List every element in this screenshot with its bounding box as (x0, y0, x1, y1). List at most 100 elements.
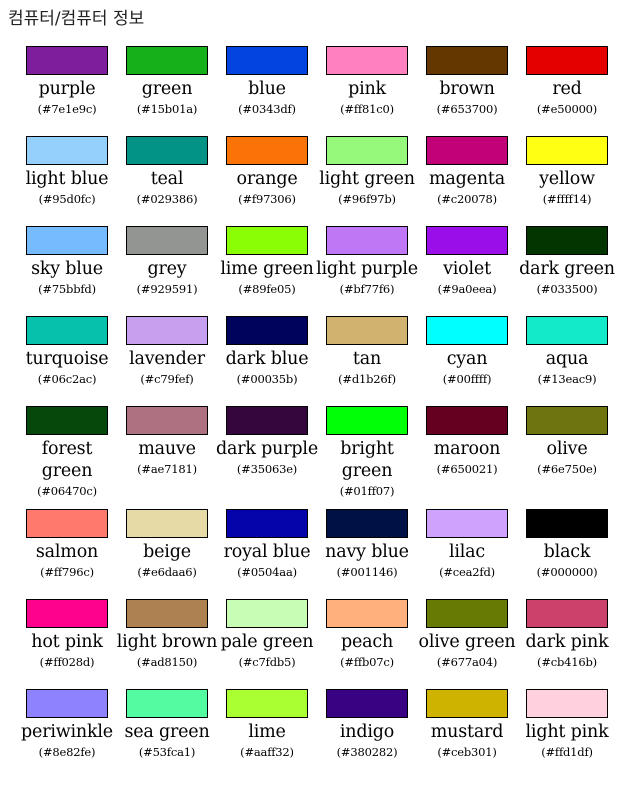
color-swatch (126, 406, 208, 435)
color-label: light purple (#bf77f6) (314, 258, 420, 297)
color-swatch (326, 226, 408, 255)
color-label: turquoise (#06c2ac) (14, 348, 120, 387)
color-swatch (426, 136, 508, 165)
color-swatch-item: royal blue (#0504aa) (214, 509, 314, 599)
color-name: magenta (429, 169, 505, 189)
color-hex-code: (#c79fef) (140, 372, 194, 386)
color-swatch-item: purple (#7e1e9c) (14, 46, 114, 136)
color-name: sea green (124, 722, 210, 742)
color-swatch-item: periwinkle (#8e82fe) (14, 689, 114, 779)
color-label: beige (#e6daa6) (114, 541, 220, 580)
color-label: light pink (#ffd1df) (514, 721, 620, 760)
color-swatch (226, 509, 308, 538)
color-hex-code: (#ff796c) (40, 565, 94, 579)
color-name: periwinkle (21, 722, 113, 742)
color-swatch-item: violet (#9a0eea) (414, 226, 514, 316)
color-label: red (#e50000) (514, 78, 620, 117)
color-label: mustard (#ceb301) (414, 721, 520, 760)
color-name: dark pink (525, 632, 609, 652)
color-hex-code: (#95d0fc) (38, 192, 96, 206)
color-swatch (126, 136, 208, 165)
color-name: bright green (340, 439, 394, 481)
color-label: dark purple (#35063e) (214, 438, 320, 477)
color-swatch-item: orange (#f97306) (214, 136, 314, 226)
color-hex-code: (#cb416b) (537, 655, 597, 669)
color-name: light brown (116, 632, 218, 652)
color-name: pale green (220, 632, 314, 652)
color-name: dark blue (225, 349, 309, 369)
color-swatch-item: pale green (#c7fdb5) (214, 599, 314, 689)
color-name: orange (236, 169, 298, 189)
color-swatch-item: tan (#d1b26f) (314, 316, 414, 406)
color-label: mauve (#ae7181) (114, 438, 220, 477)
color-name: black (543, 542, 591, 562)
color-swatch (526, 599, 608, 628)
color-swatch-item: dark green (#033500) (514, 226, 615, 316)
color-name: peach (340, 632, 394, 652)
color-name: hot pink (31, 632, 103, 652)
color-name: lilac (448, 542, 486, 562)
color-name: lime (248, 722, 286, 742)
color-label: dark green (#033500) (514, 258, 620, 297)
color-label: grey (#929591) (114, 258, 220, 297)
color-label: indigo (#380282) (314, 721, 420, 760)
color-swatch (26, 136, 108, 165)
color-label: pink (#ff81c0) (314, 78, 420, 117)
color-name: dark green (519, 259, 615, 279)
color-swatch-item: lavender (#c79fef) (114, 316, 214, 406)
color-swatch-item: yellow (#ffff14) (514, 136, 614, 226)
color-label: orange (#f97306) (214, 168, 320, 207)
color-hex-code: (#c7fdb5) (238, 655, 296, 669)
color-hex-code: (#ceb301) (437, 745, 497, 759)
color-swatch (126, 46, 208, 75)
color-swatch (226, 316, 308, 345)
color-name: teal (150, 169, 184, 189)
color-swatch (26, 406, 108, 435)
color-swatch-item: pink (#ff81c0) (314, 46, 414, 136)
color-label: maroon (#650021) (414, 438, 520, 477)
color-hex-code: (#e6daa6) (137, 565, 197, 579)
color-hex-code: (#bf77f6) (339, 282, 395, 296)
color-name: cyan (446, 349, 488, 369)
color-hex-code: (#c20078) (437, 192, 497, 206)
color-hex-code: (#e50000) (536, 102, 598, 116)
color-swatch-item: dark pink (#cb416b) (514, 599, 614, 689)
color-name: forest green (41, 439, 93, 481)
color-swatch-item: light pink (#ffd1df) (514, 689, 614, 779)
color-swatch-item: lilac (#cea2fd) (414, 509, 514, 599)
color-label: lime green (#89fe05) (214, 258, 320, 297)
color-swatch (426, 509, 508, 538)
color-label: aqua (#13eac9) (514, 348, 620, 387)
color-swatch-item: grey (#929591) (114, 226, 214, 316)
color-swatch-item: navy blue (#001146) (314, 509, 414, 599)
color-swatch (526, 46, 608, 75)
color-name: pink (348, 79, 386, 99)
color-swatch (526, 136, 608, 165)
color-swatch-item: sky blue (#75bbfd) (14, 226, 114, 316)
color-swatch (526, 226, 608, 255)
color-name: olive (546, 439, 588, 459)
color-label: periwinkle (#8e82fe) (14, 721, 120, 760)
color-name: red (552, 79, 582, 99)
color-name: sky blue (31, 259, 103, 279)
color-name: light pink (525, 722, 609, 742)
color-label: magenta (#c20078) (414, 168, 520, 207)
color-name: mauve (138, 439, 196, 459)
color-swatch (526, 316, 608, 345)
color-label: yellow (#ffff14) (514, 168, 620, 207)
color-swatch-item: magenta (#c20078) (414, 136, 514, 226)
color-hex-code: (#00ffff) (442, 372, 492, 386)
color-name: light green (319, 169, 415, 189)
color-label: dark blue (#00035b) (214, 348, 320, 387)
color-name: blue (248, 79, 286, 99)
color-swatch-item: dark purple (#35063e) (214, 406, 318, 509)
color-hex-code: (#650021) (436, 462, 498, 476)
color-name: mustard (430, 722, 504, 742)
color-label: lime (#aaff32) (214, 721, 320, 760)
color-hex-code: (#7e1e9c) (37, 102, 97, 116)
color-swatch-item: lime green (#89fe05) (214, 226, 314, 316)
color-label: light brown (#ad8150) (114, 631, 220, 670)
color-label: royal blue (#0504aa) (214, 541, 320, 580)
color-swatch-item: light green (#96f97b) (314, 136, 415, 226)
color-swatch (226, 406, 308, 435)
